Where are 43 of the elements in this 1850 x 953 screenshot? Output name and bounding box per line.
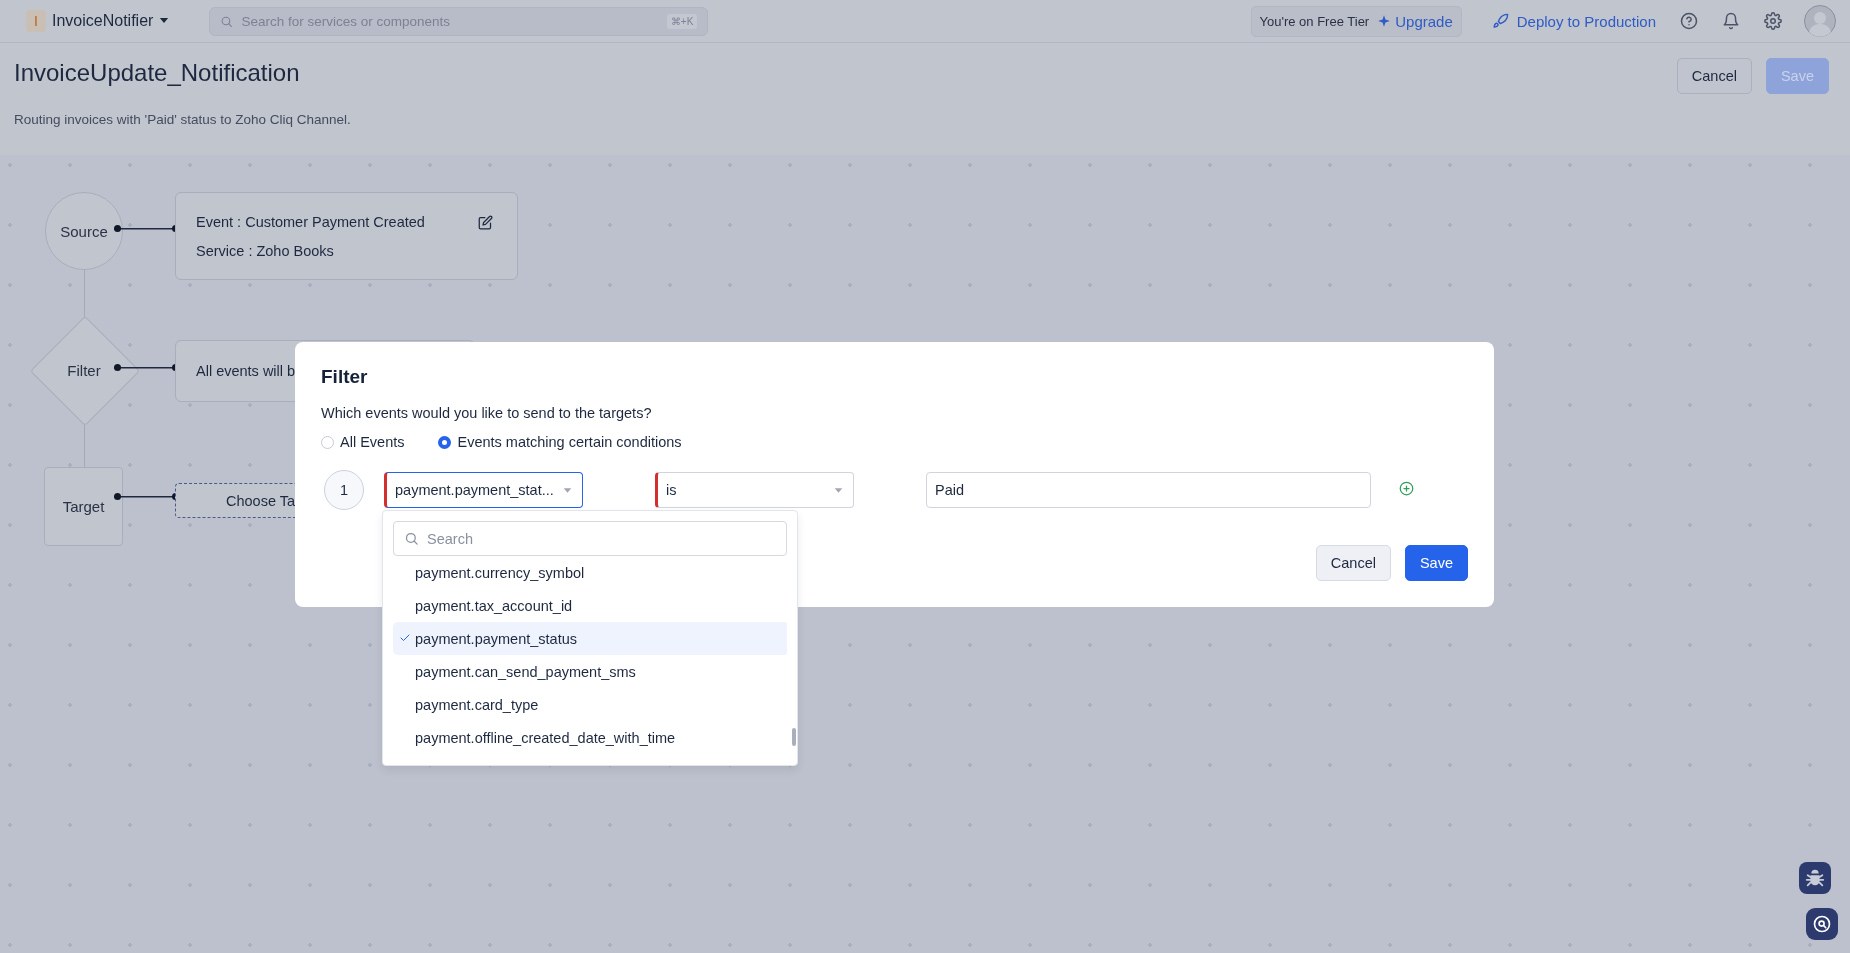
condition-number: 1 <box>324 470 364 510</box>
settings-icon <box>1764 12 1782 30</box>
dialog-title: Filter <box>321 366 369 388</box>
help-icon <box>1680 12 1698 30</box>
source-node[interactable]: Source <box>45 192 123 270</box>
search-icon <box>404 531 419 546</box>
dropdown-item[interactable]: payment.can_send_payment_sms <box>393 655 787 688</box>
dropdown-item[interactable]: payment.card_type <box>393 688 787 721</box>
dropdown-item[interactable]: payment.tax_account_id <box>393 589 787 622</box>
search-icon <box>220 14 234 28</box>
save-button[interactable]: Save <box>1404 545 1468 581</box>
dialog-question: Which events would you like to send to the targets? <box>321 405 653 421</box>
value-field[interactable]: Paid <box>926 472 1371 508</box>
scrollbar-thumb[interactable] <box>792 728 796 746</box>
cancel-button[interactable]: Cancel <box>1676 58 1752 94</box>
search-button[interactable] <box>1806 908 1838 940</box>
bug-icon <box>1804 867 1826 889</box>
radio-option[interactable]: Events matching certain conditions <box>438 434 682 450</box>
radio-option[interactable]: All Events <box>321 434 405 450</box>
operator-select[interactable]: is <box>655 472 854 508</box>
cancel-button[interactable]: Cancel <box>1315 545 1391 581</box>
node-detail: Service : Zoho Books <box>196 242 334 259</box>
field-select[interactable]: payment.payment_stat... <box>384 472 583 508</box>
caret-icon <box>834 486 843 495</box>
dropdown-item[interactable]: payment.offline_created_date_with_time <box>393 721 787 754</box>
search-icon <box>1812 914 1832 934</box>
page-title: InvoiceUpdate_Notification <box>14 59 300 87</box>
filter-node[interactable]: Filter <box>30 316 138 424</box>
node-detail: Event : Customer Payment Created <box>196 213 425 230</box>
app-logo: I <box>26 10 46 32</box>
target-node[interactable]: Target <box>44 467 123 546</box>
edit-icon <box>478 215 493 230</box>
app-switcher[interactable]: InvoiceNotifier <box>52 12 170 30</box>
tier-label: You're on Free Tier <box>1259 13 1370 29</box>
caret-icon <box>563 486 572 495</box>
node-detail: All events will b <box>196 363 296 379</box>
page-description: Routing invoices with 'Paid' status to Zoho Cliq Channel. <box>14 112 351 127</box>
dropdown-item[interactable]: payment.payment_status <box>393 622 787 655</box>
dropdown-item[interactable]: payment.currency_symbol <box>393 556 787 589</box>
bell-icon <box>1722 12 1740 30</box>
bug-button[interactable] <box>1799 862 1831 894</box>
add-icon <box>1399 480 1414 496</box>
deploy-button[interactable]: Deploy to Production <box>1491 12 1656 30</box>
